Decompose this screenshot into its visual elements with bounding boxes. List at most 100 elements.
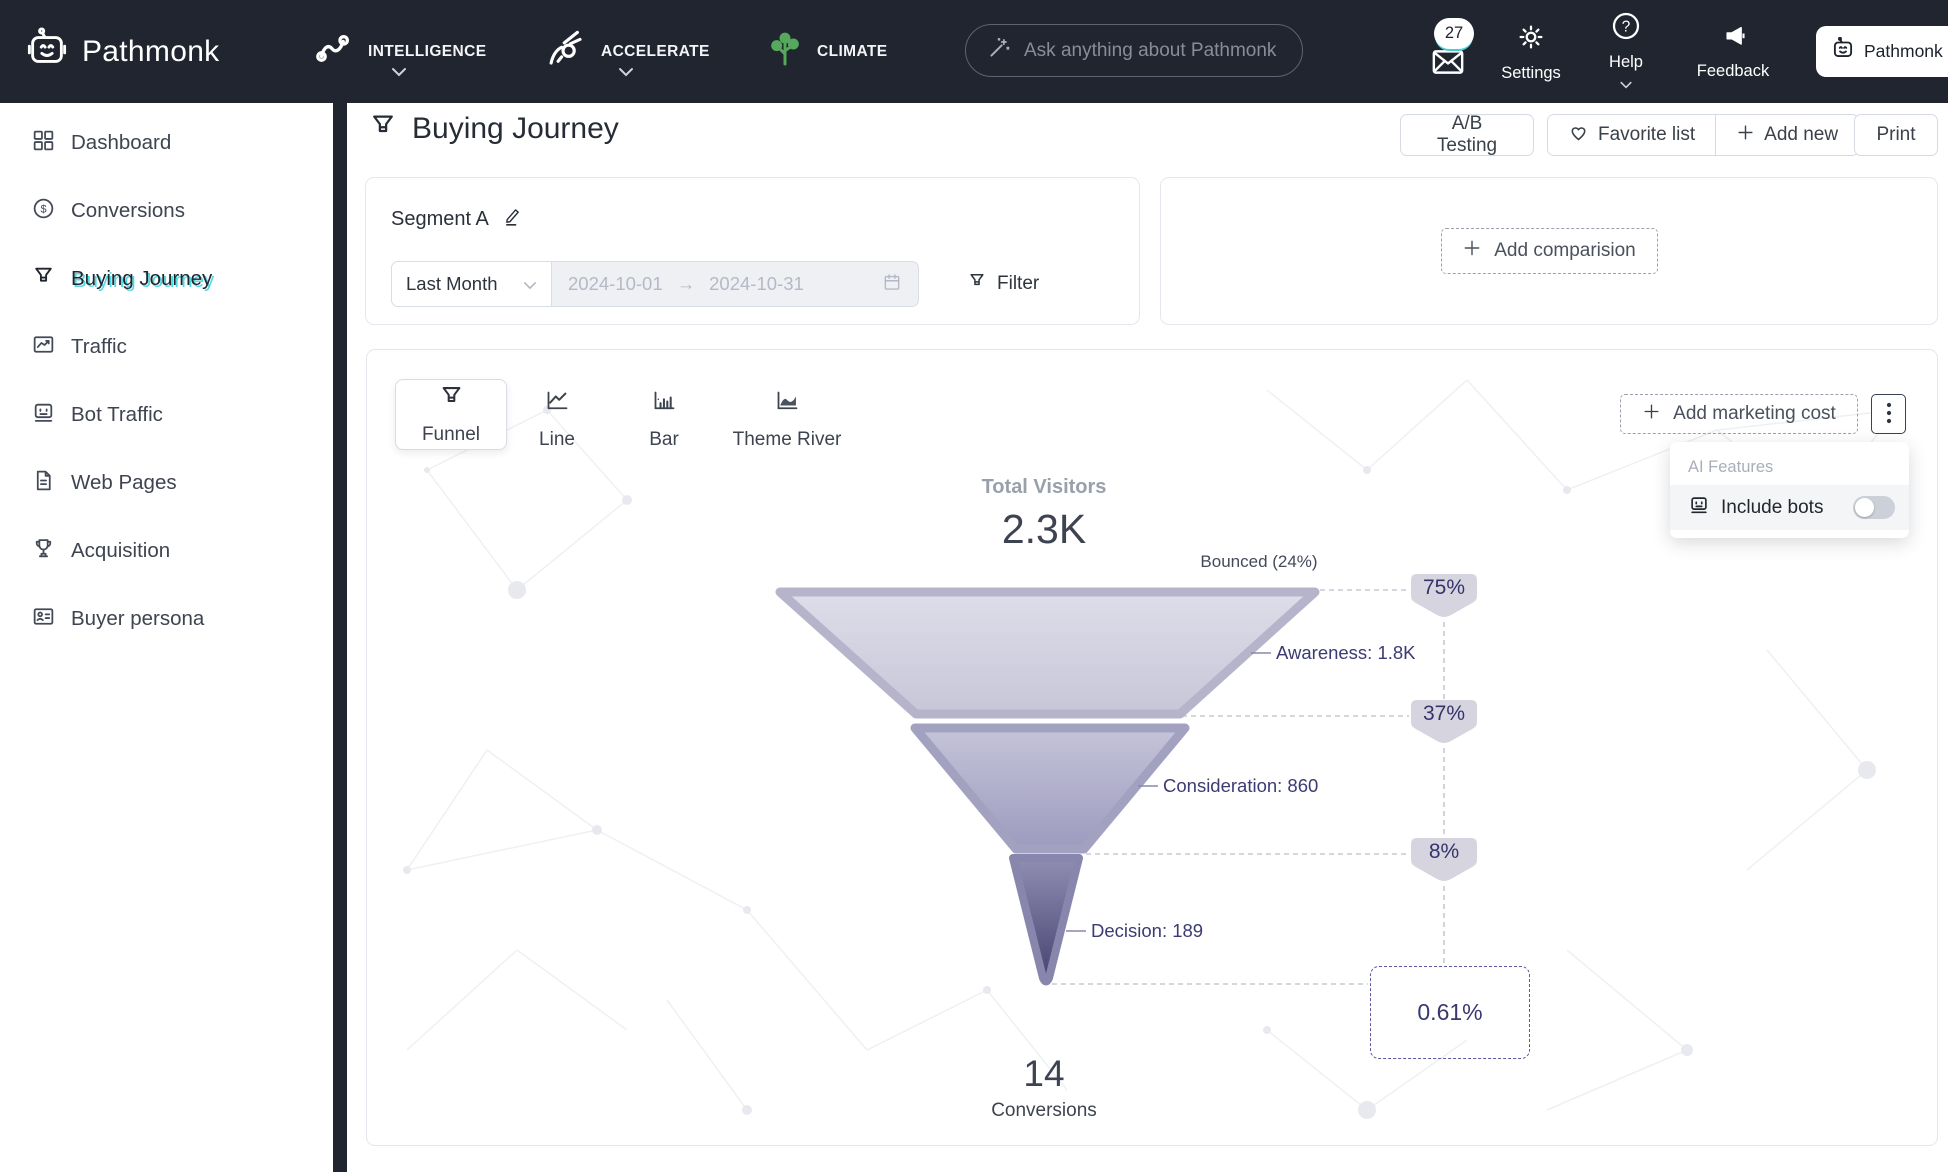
nav-menu-label: CLIMATE xyxy=(817,43,888,61)
account-pathmonk-button[interactable]: Pathmonk xyxy=(1816,26,1948,77)
robot-icon xyxy=(1830,36,1856,67)
tab-bar[interactable]: Bar xyxy=(629,388,699,451)
nav-menu-label: ACCELERATE xyxy=(601,43,710,61)
segment-name-row: Segment A xyxy=(391,206,523,233)
accelerate-icon xyxy=(543,28,589,75)
conversions-label: Conversions xyxy=(944,1100,1144,1122)
chevron-down-icon xyxy=(1619,76,1633,94)
calendar-icon xyxy=(882,272,902,297)
sidebar: Dashboard $ Conversions Buying Journey T… xyxy=(0,103,333,1172)
stage-label-decision: Decision: 189 xyxy=(1091,920,1203,942)
tab-label: Theme River xyxy=(733,429,842,451)
date-range-value: Last Month xyxy=(406,273,498,295)
percent-badge-awareness: 75% xyxy=(1410,576,1478,600)
percent-badge-decision: 8% xyxy=(1410,840,1478,864)
chevron-down-icon xyxy=(618,64,634,82)
tab-line[interactable]: Line xyxy=(522,388,592,451)
date-start: 2024-10-01 xyxy=(568,273,663,295)
ai-features-menu: AI Features Include bots xyxy=(1670,442,1909,538)
funnel-chart-card: Funnel Line xyxy=(366,349,1938,1146)
sidebar-item-web-pages[interactable]: Web Pages xyxy=(0,449,333,517)
chevron-down-icon xyxy=(523,273,537,295)
heart-icon xyxy=(1568,122,1589,149)
include-bots-toggle[interactable] xyxy=(1853,496,1895,519)
page-title-text: Buying Journey xyxy=(412,112,619,146)
sidebar-item-label: Dashboard xyxy=(71,131,171,155)
gear-icon xyxy=(1515,21,1547,58)
notifications-button[interactable]: 27 xyxy=(1416,0,1480,103)
sidebar-item-bot-traffic[interactable]: Bot Traffic xyxy=(0,381,333,449)
nav-menu-climate[interactable]: CLIMATE xyxy=(765,0,888,103)
dollar-circle-icon: $ xyxy=(31,196,56,227)
page-header: Buying Journey A/B Testing Favorite list… xyxy=(368,111,1940,163)
nav-menu-accelerate[interactable]: ACCELERATE xyxy=(543,0,710,103)
tab-label: Funnel xyxy=(422,424,480,446)
include-bots-label: Include bots xyxy=(1721,497,1823,519)
total-visitors-value: 2.3K xyxy=(944,506,1144,553)
megaphone-icon xyxy=(1718,23,1748,56)
filter-label: Filter xyxy=(997,273,1039,295)
sidebar-item-label: Buyer persona xyxy=(71,607,204,631)
filter-button[interactable]: Filter xyxy=(967,271,1039,297)
feedback-label: Feedback xyxy=(1697,62,1769,81)
include-bots-item[interactable]: Include bots xyxy=(1670,485,1909,530)
sidebar-item-label: Conversions xyxy=(71,199,185,223)
arrow-icon: → xyxy=(677,273,696,295)
settings-button[interactable]: Settings xyxy=(1496,0,1566,103)
robot-logo-icon xyxy=(24,26,70,77)
grid-icon xyxy=(31,128,56,159)
add-new-button[interactable]: Add new xyxy=(1716,115,1858,155)
more-options-button[interactable] xyxy=(1871,394,1906,434)
add-marketing-cost-label: Add marketing cost xyxy=(1673,403,1836,425)
sidebar-item-conversions[interactable]: $ Conversions xyxy=(0,177,333,245)
favorite-list-label: Favorite list xyxy=(1598,124,1695,146)
segment-controls: Last Month 2024-10-01 → 2024-10-31 xyxy=(391,261,1039,307)
date-range-select[interactable]: Last Month xyxy=(391,261,552,307)
ab-testing-label: A/B Testing xyxy=(1421,113,1513,157)
svg-text:$: $ xyxy=(40,203,46,215)
bot-face-icon xyxy=(31,400,56,431)
area-chart-icon xyxy=(774,388,801,421)
percent-badge-consideration: 37% xyxy=(1410,702,1478,726)
sidebar-item-acquisition[interactable]: Acquisition xyxy=(0,517,333,585)
date-range-input[interactable]: 2024-10-01 → 2024-10-31 xyxy=(552,261,919,307)
add-marketing-cost-button[interactable]: Add marketing cost xyxy=(1620,394,1858,434)
tab-label: Line xyxy=(539,429,575,451)
conversion-rate-box: 0.61% xyxy=(1370,966,1530,1059)
sidebar-item-buying-journey[interactable]: Buying Journey xyxy=(0,245,333,313)
sidebar-item-buyer-persona[interactable]: Buyer persona xyxy=(0,585,333,653)
print-button[interactable]: Print xyxy=(1854,114,1938,156)
edit-pencil-icon[interactable] xyxy=(502,206,523,233)
line-chart-icon xyxy=(544,388,571,421)
funnel-chart-icon xyxy=(438,383,465,416)
ask-anything-input[interactable] xyxy=(1024,40,1282,62)
conversions-value: 14 xyxy=(944,1053,1144,1095)
trophy-icon xyxy=(31,536,56,567)
add-comparison-button[interactable]: Add comparision xyxy=(1441,228,1658,274)
feedback-button[interactable]: Feedback xyxy=(1683,0,1783,103)
top-navbar: Pathmonk INTELLIGENCE ACCELERATE xyxy=(0,0,1948,103)
add-comparison-label: Add comparision xyxy=(1494,240,1636,262)
tab-theme-river[interactable]: Theme River xyxy=(719,388,855,451)
brand-logo[interactable]: Pathmonk xyxy=(24,0,219,103)
ab-testing-button[interactable]: A/B Testing xyxy=(1400,114,1534,156)
page-title: Buying Journey xyxy=(368,111,619,146)
account-label: Pathmonk xyxy=(1864,41,1943,62)
favorite-list-button[interactable]: Favorite list xyxy=(1548,115,1715,155)
nav-menu-intelligence[interactable]: INTELLIGENCE xyxy=(312,0,486,103)
sidebar-item-traffic[interactable]: Traffic xyxy=(0,313,333,381)
comparison-card: Add comparision xyxy=(1160,177,1938,325)
add-new-label: Add new xyxy=(1764,124,1838,146)
conversion-rate-value: 0.61% xyxy=(1417,999,1482,1026)
toggle-knob xyxy=(1855,498,1874,517)
help-button[interactable]: ? Help xyxy=(1596,0,1656,103)
sidebar-item-label: Traffic xyxy=(71,335,127,359)
help-label: Help xyxy=(1609,53,1643,72)
ask-search-box[interactable] xyxy=(965,24,1303,77)
tab-label: Bar xyxy=(649,429,679,451)
date-end: 2024-10-31 xyxy=(709,273,804,295)
intelligence-icon xyxy=(312,29,356,74)
bot-face-icon xyxy=(1688,494,1710,521)
tab-funnel[interactable]: Funnel xyxy=(395,379,507,450)
sidebar-item-dashboard[interactable]: Dashboard xyxy=(0,109,333,177)
